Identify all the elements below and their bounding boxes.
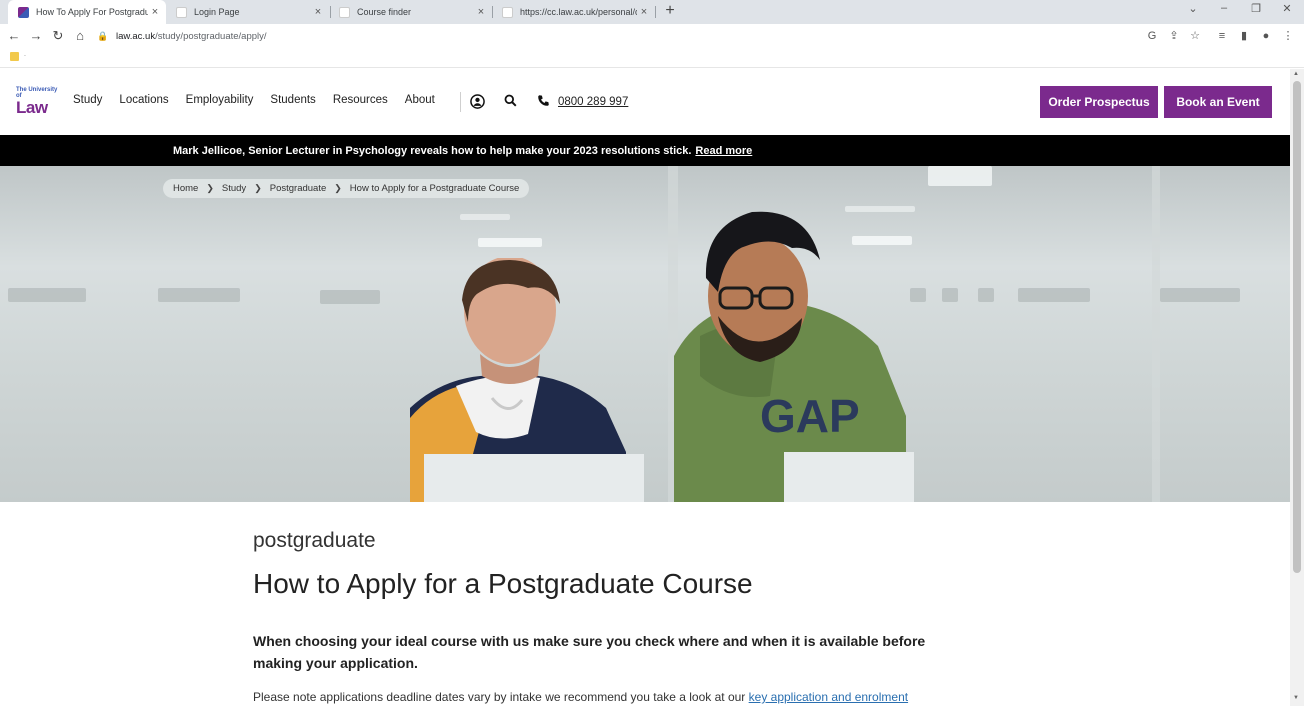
url-host: law.ac.uk (116, 30, 156, 42)
browser-tab-login[interactable]: Login Page × (166, 0, 329, 24)
ceiling-light (460, 214, 510, 220)
nav-divider (460, 92, 461, 112)
announcement-bar: Mark Jellicoe, Senior Lecturer in Psycho… (0, 135, 1290, 166)
folder-icon[interactable] (10, 52, 19, 61)
scrollbar-thumb[interactable] (1293, 81, 1301, 573)
browser-tab-strip: How To Apply For Postgraduate C × Login … (0, 0, 1304, 24)
logo-big-text: Law (16, 98, 48, 117)
office-blur (978, 288, 994, 302)
office-blur (1160, 288, 1240, 302)
book-event-button[interactable]: Book an Event (1164, 86, 1272, 118)
intro-paragraph: When choosing your ideal course with us … (253, 633, 926, 671)
google-icon[interactable]: G (1144, 28, 1160, 44)
nav-locations[interactable]: Locations (119, 94, 168, 106)
close-icon[interactable]: × (637, 6, 651, 18)
key-application-link[interactable]: key application and enrolment (749, 690, 908, 704)
office-blur (1018, 288, 1090, 302)
browser-tab-course-finder[interactable]: Course finder × (329, 0, 492, 24)
browser-tab-cc-law[interactable]: https://cc.law.ac.uk/personal/cou × (492, 0, 655, 24)
window-close-icon[interactable]: ✕ (1280, 2, 1294, 15)
tab-title: Course finder (357, 7, 412, 17)
close-icon[interactable]: × (311, 6, 325, 18)
search-icon[interactable] (502, 94, 518, 110)
chevron-right-icon: ❯ (334, 183, 342, 193)
share-icon[interactable]: ⇪ (1166, 28, 1182, 44)
reading-list-icon[interactable]: ≡ (1214, 28, 1230, 44)
blank-page-icon (502, 6, 513, 18)
main-content: postgraduate How to Apply for a Postgrad… (0, 502, 1276, 706)
tab-search-icon[interactable]: ⌄ (1186, 2, 1200, 15)
chevron-right-icon: ❯ (206, 183, 214, 193)
reload-icon[interactable]: ↻ (50, 28, 66, 44)
bookmark-star-icon[interactable]: ☆ (1187, 28, 1203, 44)
bookmark-folder-label[interactable]: . (24, 51, 26, 58)
phone-number-link[interactable]: 0800 289 997 (558, 96, 628, 108)
breadcrumb: Home ❯ Study ❯ Postgraduate ❯ How to App… (163, 179, 530, 198)
address-bar[interactable]: 🔒 law.ac.uk/study/postgraduate/apply/ (96, 26, 1200, 46)
main-nav: Study Locations Employability Students R… (73, 94, 435, 106)
page-title: How to Apply for a Postgraduate Course (253, 568, 753, 599)
side-panel-icon[interactable]: ▮ (1236, 28, 1252, 44)
tab-title: How To Apply For Postgraduate C (36, 7, 148, 17)
chevron-right-icon: ❯ (254, 183, 262, 193)
breadcrumb-study[interactable]: Study (222, 183, 246, 194)
home-icon[interactable]: ⌂ (72, 28, 88, 44)
nav-employability[interactable]: Employability (186, 94, 254, 106)
office-blur (320, 290, 380, 304)
office-blur (8, 288, 86, 302)
monitor (424, 454, 644, 502)
menu-icon[interactable]: ⋮ (1280, 28, 1296, 44)
nav-students[interactable]: Students (270, 94, 315, 106)
tab-title: Login Page (194, 7, 240, 17)
hoodie-print: GAP (760, 390, 860, 442)
new-tab-button[interactable]: + (662, 2, 678, 20)
scroll-up-icon[interactable]: ▲ (1293, 71, 1299, 77)
page-eyebrow: postgraduate (253, 529, 376, 552)
close-icon[interactable]: × (474, 6, 488, 18)
restore-icon[interactable]: ❐ (1249, 2, 1263, 15)
phone-icon (535, 94, 551, 110)
back-icon[interactable]: ← (6, 28, 22, 44)
site-header: The University of Law Study Locations Em… (0, 69, 1290, 135)
office-blur (158, 288, 240, 302)
law-logo-icon (18, 6, 29, 18)
body-paragraph: Please note applications deadline dates … (253, 690, 973, 704)
office-blur (942, 288, 958, 302)
blank-page-icon (176, 6, 187, 18)
breadcrumb-home[interactable]: Home (173, 183, 198, 194)
lock-icon: 🔒 (97, 30, 109, 41)
close-icon[interactable]: × (148, 6, 162, 18)
nav-about[interactable]: About (405, 94, 435, 106)
account-icon[interactable] (469, 94, 485, 110)
browser-tab-active[interactable]: How To Apply For Postgraduate C × (8, 0, 166, 24)
forward-icon[interactable]: → (28, 28, 44, 44)
glass-pillar (1152, 166, 1160, 502)
profile-icon[interactable]: ● (1258, 28, 1274, 44)
hero-image: GAP Home ❯ Study ❯ Postgraduate ❯ How to… (0, 166, 1290, 502)
url-path: /study/postgraduate/apply/ (155, 30, 267, 42)
breadcrumb-postgraduate[interactable]: Postgraduate (270, 183, 327, 194)
announcement-text: Mark Jellicoe, Senior Lecturer in Psycho… (173, 144, 692, 157)
read-more-link[interactable]: Read more (695, 145, 752, 157)
tab-title: https://cc.law.ac.uk/personal/cou (520, 7, 637, 17)
university-logo[interactable]: The University of Law (16, 87, 60, 119)
nav-resources[interactable]: Resources (333, 94, 388, 106)
blank-page-icon (339, 6, 350, 18)
minimize-icon[interactable]: – (1217, 2, 1231, 14)
monitor (784, 452, 914, 502)
browser-toolbar: ← → ↻ ⌂ 🔒 law.ac.uk/study/postgraduate/a… (0, 24, 1304, 48)
ceiling-light (928, 166, 992, 186)
ceiling-light (478, 238, 542, 247)
order-prospectus-button[interactable]: Order Prospectus (1040, 86, 1158, 118)
scroll-down-icon[interactable]: ▼ (1293, 695, 1299, 701)
body-text: Please note applications deadline dates … (253, 690, 746, 704)
breadcrumb-current: How to Apply for a Postgraduate Course (349, 183, 520, 194)
tab-separator (655, 6, 656, 18)
nav-study[interactable]: Study (73, 94, 102, 106)
bookmarks-bar: . (0, 48, 1304, 68)
page-scrollbar[interactable]: ▲ ▼ (1290, 69, 1304, 706)
